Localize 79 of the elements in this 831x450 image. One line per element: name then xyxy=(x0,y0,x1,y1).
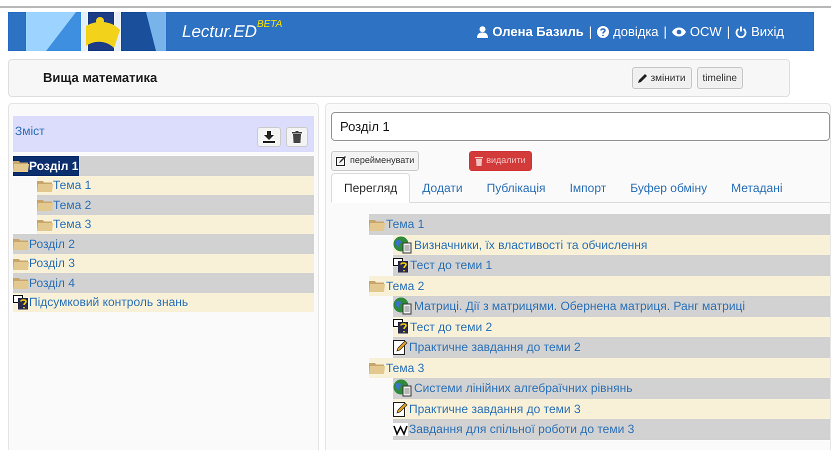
globe-document-icon xyxy=(393,236,413,254)
wiki-icon xyxy=(393,422,408,436)
tab[interactable]: Перегляд xyxy=(331,173,410,203)
course-title: Вища математика xyxy=(43,69,158,88)
tab[interactable]: Буфер обміну xyxy=(618,173,720,203)
tree-item-label[interactable]: Підсумковий контроль знань xyxy=(13,292,188,312)
separator: | xyxy=(726,22,730,41)
pencil-paper-icon xyxy=(393,400,408,417)
tab[interactable]: Метадані xyxy=(719,173,795,203)
delete-section-button[interactable]: видалити xyxy=(469,151,532,171)
tree-item-label[interactable]: Розділ 2 xyxy=(13,234,75,254)
beta-label: BETA xyxy=(256,18,282,32)
help-icon xyxy=(597,26,610,38)
folder-icon xyxy=(37,218,53,231)
power-icon xyxy=(735,26,748,38)
tree-item-label[interactable]: Розділ 4 xyxy=(13,273,75,292)
globe-document-icon xyxy=(393,379,413,398)
section-name-field[interactable]: Розділ 1 xyxy=(331,112,830,141)
trash-icon xyxy=(292,131,302,143)
tree-item[interactable]: Завдання для спільної роботи до теми 3 xyxy=(393,419,830,440)
tree-item[interactable]: Тема 3 xyxy=(37,214,314,234)
folder-icon xyxy=(13,237,29,250)
folder-icon xyxy=(369,361,385,374)
tab[interactable]: Імпорт xyxy=(558,173,618,203)
pencil-paper-icon xyxy=(393,339,408,356)
tree-item[interactable]: Тема 1 xyxy=(37,176,314,195)
tree-item[interactable]: Розділ 3 xyxy=(13,254,314,273)
tree-item[interactable]: Матриці. Дії з матрицями. Обернена матриця. Ранг матриці xyxy=(393,296,830,316)
question-box-icon xyxy=(393,258,409,273)
eye-icon xyxy=(672,26,686,36)
tree-item[interactable]: Тема 2 xyxy=(37,195,314,214)
folder-icon xyxy=(13,159,29,172)
tree-item[interactable]: Розділ 4 xyxy=(13,273,314,292)
nav-link[interactable]: Олена Базиль xyxy=(477,22,584,42)
folder-icon xyxy=(369,218,385,231)
separator: | xyxy=(664,22,667,41)
folder-icon xyxy=(37,178,53,192)
folder-icon xyxy=(13,276,29,290)
course-button[interactable]: timeline xyxy=(696,67,743,89)
rename-button[interactable]: перейменувати xyxy=(331,151,420,171)
tree-item-label[interactable]: Розділ 1 xyxy=(13,156,80,176)
tree-item-label[interactable]: Розділ 3 xyxy=(13,254,75,273)
folder-icon xyxy=(369,279,385,292)
folder-icon xyxy=(13,256,29,270)
nav-link[interactable]: OCW xyxy=(672,22,722,42)
download-icon xyxy=(263,131,275,143)
tree-item[interactable]: Тест до теми 1 xyxy=(393,255,830,276)
tree-item[interactable]: Тема 3 xyxy=(369,358,830,378)
tree-item[interactable]: Системи лінійних алгебраїчних рівнянь xyxy=(393,378,830,398)
user-icon xyxy=(477,26,488,38)
tree-item[interactable]: Розділ 1 xyxy=(13,156,314,176)
tree-item[interactable]: Тема 1 xyxy=(369,214,830,234)
tree-item[interactable]: Практичне завдання до теми 2 xyxy=(393,337,830,358)
tab[interactable]: Додати xyxy=(410,173,475,203)
folder-icon xyxy=(37,198,53,212)
edit-icon xyxy=(336,156,346,166)
separator: | xyxy=(588,22,592,41)
tree-item[interactable]: Визначники, їх властивості та обчислення xyxy=(393,234,830,255)
tree-item-label[interactable]: Тема 2 xyxy=(37,195,92,214)
nav-link[interactable]: Вихід xyxy=(735,22,784,42)
brand-name: Lectur.ED xyxy=(182,20,257,43)
course-button[interactable]: змінити xyxy=(632,67,692,89)
question-box-icon xyxy=(393,319,409,334)
download-button[interactable] xyxy=(257,127,281,147)
trash-icon xyxy=(475,156,484,166)
tree-item-label[interactable]: Тема 3 xyxy=(37,214,92,234)
tree-item[interactable]: Практичне завдання до теми 3 xyxy=(393,398,830,419)
delete-button[interactable] xyxy=(286,127,308,147)
tree-item[interactable]: Розділ 2 xyxy=(13,234,314,254)
tree-item-label[interactable]: Тема 1 xyxy=(37,176,92,195)
tree-item[interactable]: Підсумковий контроль знань xyxy=(13,292,314,312)
question-box-icon xyxy=(13,294,29,310)
tab[interactable]: Публікація xyxy=(474,173,558,203)
globe-document-icon xyxy=(393,297,413,316)
pencil-icon xyxy=(638,73,648,83)
tree-item[interactable]: Тема 2 xyxy=(369,276,830,296)
nav-link[interactable]: довідка xyxy=(597,22,659,42)
tree-item[interactable]: Тест до теми 2 xyxy=(393,316,830,337)
contents-title: Зміст xyxy=(15,123,45,140)
